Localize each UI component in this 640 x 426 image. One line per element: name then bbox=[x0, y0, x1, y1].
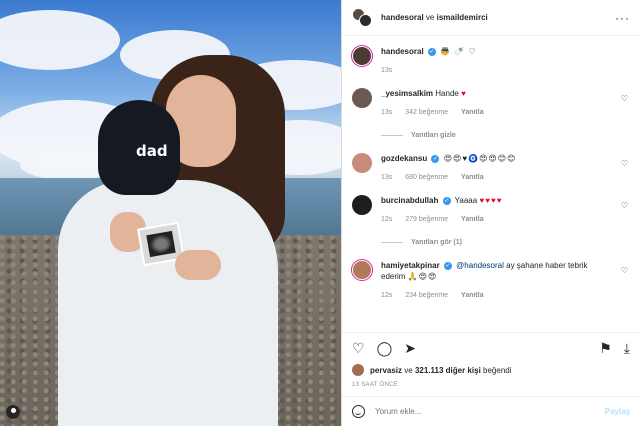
likes-summary[interactable]: pervasiz ve 321.113 diğer kişi beğendi bbox=[342, 362, 640, 378]
heart-emojis: ♥♥♥♥ bbox=[479, 196, 503, 205]
comment-item: gozdekansu ✓ 😍😍♥🧿😍😍😊😊 13s 680 beğenme Ya… bbox=[352, 153, 630, 183]
save-bookmark-icon[interactable]: ⚑ bbox=[599, 341, 612, 355]
replies-label: Yanıtları gör (1) bbox=[411, 239, 462, 246]
post-comment-button[interactable]: Paylaş bbox=[605, 407, 630, 416]
more-options-icon[interactable]: ··· bbox=[615, 11, 630, 25]
comment-username[interactable]: burcinabdullah bbox=[381, 196, 438, 205]
like-comment-heart-icon[interactable]: ♡ bbox=[621, 159, 628, 168]
post-side-panel: handesoral ve ismaildemirci ··· handesor… bbox=[341, 0, 640, 426]
comment-time: 13s bbox=[381, 174, 393, 181]
hand bbox=[175, 250, 221, 280]
verified-badge-icon: ✓ bbox=[442, 196, 451, 205]
comment-time: 12s bbox=[381, 216, 393, 223]
like-heart-icon[interactable]: ♡ bbox=[352, 341, 365, 355]
collab-avatars[interactable] bbox=[352, 7, 374, 28]
like-comment-heart-icon[interactable]: ♡ bbox=[621, 94, 628, 103]
comment-item: _yesimsalkim Hande ♥ 13s 342 beğenme Yan… bbox=[352, 88, 630, 141]
post-authors: handesoral ve ismaildemirci bbox=[381, 13, 488, 22]
download-icon[interactable]: ⤓ bbox=[624, 341, 630, 355]
comment-likes[interactable]: 279 beğenme bbox=[405, 216, 448, 223]
caption-username[interactable]: handesoral bbox=[381, 47, 424, 56]
avatar[interactable] bbox=[352, 153, 372, 173]
comments-list[interactable]: handesoral ✓ 👼 🍼 ♡ 13s _yesimsalkim Hand… bbox=[342, 36, 640, 332]
cap-text: dad bbox=[136, 142, 168, 160]
cloud bbox=[0, 10, 120, 70]
verified-badge-icon: ✓ bbox=[431, 154, 440, 163]
likes-rest[interactable]: diğer kişi bbox=[446, 366, 481, 375]
verified-badge-icon: ✓ bbox=[427, 47, 436, 56]
post-timestamp: 13 SAAT ÖNCE bbox=[352, 382, 399, 388]
and-word: ve bbox=[404, 365, 413, 375]
comment-text: Hande bbox=[435, 89, 459, 98]
caption: handesoral ✓ 👼 🍼 ♡ 13s bbox=[352, 46, 630, 76]
heart-emoji: ♥ bbox=[461, 89, 466, 98]
like-comment-heart-icon[interactable]: ♡ bbox=[621, 266, 628, 275]
coauthor-link[interactable]: ismaildemirci bbox=[437, 13, 488, 22]
white-hoodie bbox=[58, 180, 278, 426]
post-header: handesoral ve ismaildemirci ··· bbox=[342, 0, 640, 36]
comment-emojis: 🙏😍😍 bbox=[407, 272, 438, 281]
toggle-replies-button[interactable]: Yanıtları gizle bbox=[381, 130, 612, 141]
avatar[interactable] bbox=[359, 13, 372, 27]
toggle-replies-button[interactable]: Yanıtları gör (1) bbox=[381, 237, 612, 248]
avatar[interactable] bbox=[352, 364, 364, 376]
comment-bubble-icon[interactable]: ◯ bbox=[377, 341, 393, 355]
likes-verb: beğendi bbox=[483, 365, 512, 375]
caption-emojis: 👼 🍼 ♡ bbox=[440, 47, 477, 56]
reply-button[interactable]: Yanıtla bbox=[461, 174, 484, 181]
comment-emojis: 😍😍♥🧿😍😍😊😊 bbox=[443, 154, 517, 163]
comment-username[interactable]: gozdekansu bbox=[381, 154, 427, 163]
mention-link[interactable]: @handesoral bbox=[456, 261, 504, 270]
instagram-post-view: dad handesoral ve ismaildemirci ··· hand… bbox=[0, 0, 640, 426]
comment-likes[interactable]: 342 beğenme bbox=[405, 109, 448, 116]
caption-time: 13s bbox=[381, 67, 393, 74]
share-send-icon[interactable]: ➤ bbox=[404, 341, 416, 355]
post-photo[interactable]: dad bbox=[0, 0, 341, 426]
author-link[interactable]: handesoral bbox=[381, 13, 424, 22]
avatar[interactable] bbox=[352, 88, 372, 108]
comment-likes[interactable]: 680 beğenme bbox=[405, 174, 448, 181]
comment-likes[interactable]: 234 beğenme bbox=[405, 292, 448, 299]
action-bar: ♡ ◯ ➤ ⚑ ⤓ bbox=[342, 332, 640, 362]
comment-input[interactable] bbox=[375, 407, 605, 416]
emoji-smiley-icon[interactable] bbox=[352, 405, 365, 418]
add-comment-bar: Paylaş bbox=[342, 396, 640, 426]
likes-count[interactable]: 321.113 bbox=[415, 366, 443, 375]
tagged-users-icon[interactable] bbox=[6, 405, 20, 419]
comment-time: 12s bbox=[381, 292, 393, 299]
verified-badge-icon: ✓ bbox=[443, 261, 452, 270]
and-word: ve bbox=[425, 13, 435, 22]
avatar[interactable] bbox=[352, 260, 372, 280]
comment-item: burcinabdullah ✓ Yaaaa ♥♥♥♥ 12s 279 beğe… bbox=[352, 195, 630, 248]
reply-button[interactable]: Yanıtla bbox=[461, 292, 484, 299]
like-comment-heart-icon[interactable]: ♡ bbox=[621, 201, 628, 210]
comment-item: hamiyetakpinar ✓ @handesoral ay şahane h… bbox=[352, 260, 630, 301]
avatar[interactable] bbox=[352, 46, 372, 66]
reply-button[interactable]: Yanıtla bbox=[461, 216, 484, 223]
replies-label: Yanıtları gizle bbox=[411, 132, 456, 139]
reply-button[interactable]: Yanıtla bbox=[461, 109, 484, 116]
comment-text: Yaaaa bbox=[454, 196, 478, 205]
comment-time: 13s bbox=[381, 109, 393, 116]
comment-username[interactable]: hamiyetakpinar bbox=[381, 261, 440, 270]
replies-line bbox=[381, 242, 403, 243]
replies-line bbox=[381, 135, 403, 136]
comment-username[interactable]: _yesimsalkim bbox=[381, 89, 433, 98]
avatar[interactable] bbox=[352, 195, 372, 215]
liker-username[interactable]: pervasiz bbox=[370, 366, 402, 375]
